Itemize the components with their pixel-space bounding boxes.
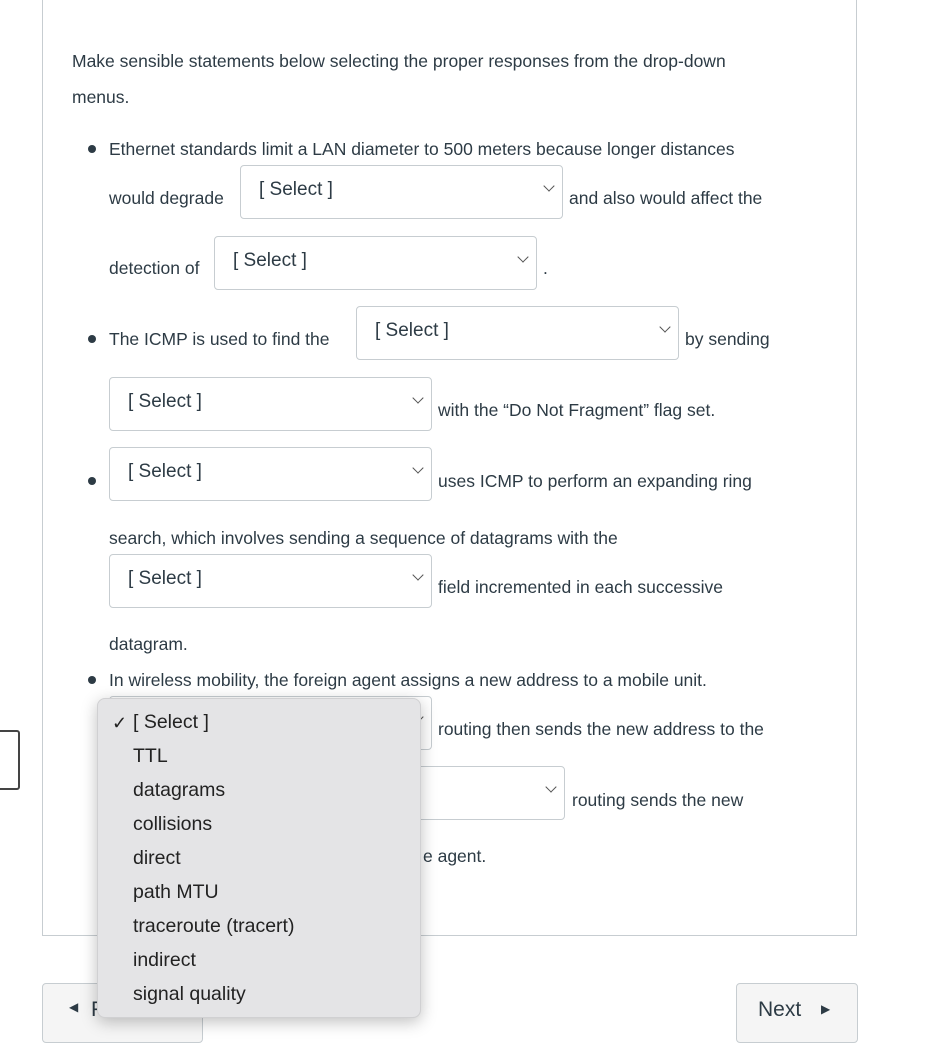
statement-text: e agent.	[423, 846, 487, 866]
statement-text: In wireless mobility, the foreign agent …	[109, 670, 707, 690]
select-value: [ Select ]	[233, 250, 307, 271]
statement-text: routing sends the new	[572, 790, 744, 810]
dropdown-option[interactable]: TTL	[133, 745, 168, 768]
select-degrade[interactable]: [ Select ]	[240, 165, 563, 219]
statement-text: by sending	[685, 329, 770, 349]
dropdown-option[interactable]: datagrams	[133, 779, 225, 802]
dropdown-menu: ✓ [ Select ] TTL datagrams collisions di…	[97, 698, 421, 1018]
dropdown-option[interactable]: path MTU	[133, 881, 219, 904]
statement-text: routing then sends the new address to th…	[438, 719, 764, 739]
next-button[interactable]: Next ▶	[736, 983, 858, 1043]
chevron-down-icon	[543, 180, 555, 192]
chevron-down-icon	[412, 462, 424, 474]
select-field[interactable]: [ Select ]	[109, 554, 432, 608]
triangle-right-icon: ▶	[821, 1002, 831, 1016]
statement-text: uses ICMP to perform an expanding ring	[438, 471, 752, 491]
statement-text: .	[543, 258, 548, 278]
dropdown-option[interactable]: direct	[133, 847, 181, 870]
statement-text: and also would affect the	[569, 188, 763, 208]
bullet	[88, 145, 96, 153]
bullet	[88, 335, 96, 343]
bullet	[88, 676, 96, 684]
chevron-down-icon	[545, 781, 557, 793]
left-edge-control[interactable]	[0, 730, 20, 790]
select-icmp-sending[interactable]: [ Select ]	[109, 377, 432, 431]
statement-text: search, which involves sending a sequenc…	[109, 528, 618, 548]
select-value: [ Select ]	[128, 461, 202, 482]
statement-text: The ICMP is used to find the	[109, 329, 330, 349]
dropdown-option[interactable]: indirect	[133, 949, 196, 972]
dropdown-option[interactable]: [ Select ]	[133, 711, 209, 734]
chevron-down-icon	[659, 321, 671, 333]
statement-text: Ethernet standards limit a LAN diameter …	[109, 139, 735, 159]
select-value: [ Select ]	[128, 391, 202, 412]
instructions-line: menus.	[72, 87, 130, 107]
chevron-down-icon	[412, 569, 424, 581]
triangle-left-icon: ◀	[69, 1000, 79, 1014]
select-value: [ Select ]	[375, 320, 449, 341]
dropdown-option[interactable]: collisions	[133, 813, 212, 836]
chevron-down-icon	[517, 251, 529, 263]
statement-text: with the “Do Not Fragment” flag set.	[438, 400, 716, 420]
select-detection[interactable]: [ Select ]	[214, 236, 537, 290]
bullet	[88, 477, 96, 485]
statement-text: field incremented in each successive	[438, 577, 724, 597]
next-label: Next	[758, 998, 802, 1021]
select-ring-search-tool[interactable]: [ Select ]	[109, 447, 432, 501]
chevron-down-icon	[412, 392, 424, 404]
instructions-line: Make sensible statements below selecting…	[72, 51, 726, 71]
select-value: [ Select ]	[259, 179, 333, 200]
statement-text: datagram.	[109, 634, 188, 654]
select-icmp-find[interactable]: [ Select ]	[356, 306, 679, 360]
select-value: [ Select ]	[128, 568, 202, 589]
dropdown-option[interactable]: signal quality	[133, 983, 246, 1006]
dropdown-option[interactable]: traceroute (tracert)	[133, 915, 294, 938]
checkmark-icon: ✓	[112, 713, 128, 733]
statement-text: detection of	[109, 258, 200, 278]
statement-text: would degrade	[109, 188, 224, 208]
